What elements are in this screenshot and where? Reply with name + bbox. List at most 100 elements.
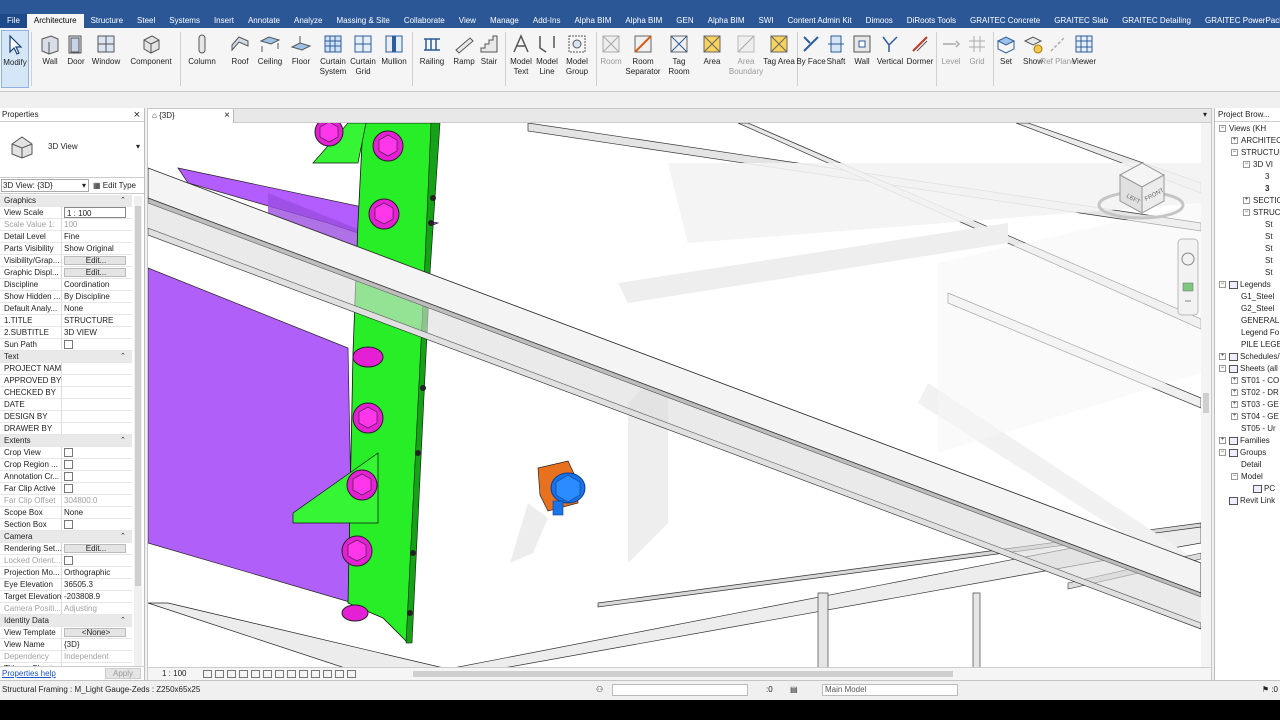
browser-tree-item[interactable]: − STRUC [1243, 207, 1280, 218]
crop-view-icon[interactable] [263, 670, 272, 678]
model-group-button[interactable]: Model Group [559, 30, 595, 77]
browser-tree-item[interactable]: −STRUCTUR [1231, 147, 1280, 158]
browser-tree-item[interactable]: St [1255, 267, 1273, 278]
property-value[interactable]: STRUCTURE [62, 315, 132, 326]
ribbon-tab[interactable]: View [452, 14, 483, 28]
ribbon-tab[interactable]: Annotate [241, 14, 287, 28]
browser-tree-item[interactable]: + ST03 - GE [1231, 399, 1279, 410]
browser-tree-item[interactable]: St [1255, 243, 1273, 254]
property-edit-button[interactable]: Edit... [64, 256, 126, 265]
browser-tree-item[interactable]: St [1255, 219, 1273, 230]
ribbon-tab[interactable]: SWI [752, 14, 781, 28]
railing-button[interactable]: Railing [414, 30, 450, 67]
ribbon-tab[interactable]: Collaborate [397, 14, 452, 28]
property-value[interactable]: 304800.0 [62, 495, 132, 506]
stair-button[interactable]: Stair [471, 30, 507, 67]
show-crop-icon[interactable] [275, 670, 284, 678]
browser-tree-item[interactable]: − Model [1231, 471, 1263, 482]
browser-tree-item[interactable]: G1_Steel [1231, 291, 1274, 302]
collapse-icon[interactable]: − [1243, 209, 1250, 217]
property-value[interactable] [62, 375, 132, 386]
worksharing-display-icon[interactable] [323, 670, 332, 678]
browser-tree-item[interactable]: − Views (KH [1219, 123, 1266, 134]
property-checkbox[interactable] [64, 472, 73, 481]
close-icon[interactable]: × [224, 109, 230, 123]
ribbon-tab[interactable]: DiRoots Tools [900, 14, 963, 28]
ribbon-tab[interactable]: Content Admin Kit [781, 14, 859, 28]
collapse-icon[interactable]: ⌃ [120, 435, 129, 446]
browser-tree-item[interactable]: − Groups [1219, 447, 1266, 458]
navigation-bar[interactable] [1177, 238, 1199, 316]
browser-tree-item[interactable]: + SECTIO [1243, 195, 1280, 206]
property-checkbox[interactable] [64, 556, 73, 565]
expand-icon[interactable]: + [1243, 197, 1250, 205]
browser-tree-item[interactable]: + ST01 - CO [1231, 375, 1279, 386]
ribbon-tab[interactable]: Massing & Site [329, 14, 396, 28]
ribbon-tab[interactable]: Systems [162, 14, 207, 28]
model-canvas[interactable]: LEFT FRONT [148, 123, 1201, 669]
property-value[interactable]: 1 : 100 [64, 207, 126, 218]
property-value[interactable] [62, 363, 132, 374]
browser-tree-item[interactable]: + ST02 - DR [1231, 387, 1279, 398]
scroll-thumb[interactable] [413, 671, 953, 677]
browser-tree-item[interactable]: + Families [1219, 435, 1270, 446]
property-checkbox[interactable] [64, 484, 73, 493]
property-value[interactable]: Adjusting [62, 603, 132, 614]
type-selector[interactable]: 3D View ▾ [0, 122, 144, 178]
ribbon-tab[interactable]: Manage [483, 14, 526, 28]
worksets-icon[interactable]: ⚇ [596, 681, 603, 699]
collapse-icon[interactable]: ⌃ [120, 615, 129, 626]
ribbon-tab[interactable]: GEN [669, 14, 700, 28]
design-options-icon[interactable]: ▤ [790, 681, 798, 699]
browser-tree-item[interactable]: − Legends [1219, 279, 1271, 290]
browser-tree-item[interactable]: St [1255, 231, 1273, 242]
lock-view-icon[interactable] [287, 670, 296, 678]
design-option-select[interactable]: Main Model [822, 684, 958, 696]
browser-tree-item[interactable]: GENERAL [1231, 315, 1279, 326]
tag-room-button[interactable]: Tag Room [661, 30, 697, 77]
browser-tree-item[interactable]: Detail [1231, 459, 1261, 470]
property-value[interactable]: Coordination [62, 279, 132, 290]
browser-tree-item[interactable]: PILE LEGE [1231, 339, 1280, 350]
collapse-icon[interactable]: − [1219, 449, 1226, 457]
property-value[interactable]: Show Original [62, 243, 132, 254]
area-button[interactable]: Area [694, 30, 730, 67]
mullion-button[interactable]: Mullion [376, 30, 412, 67]
property-value[interactable]: -203808.9 [62, 591, 132, 602]
property-value[interactable] [62, 399, 132, 410]
ribbon-tab[interactable]: Alpha BIM [701, 14, 752, 28]
tag-area-button[interactable]: Tag Area [761, 30, 797, 67]
window-button[interactable]: Window [88, 30, 124, 67]
property-group-header[interactable]: Extents ⌃ [0, 435, 132, 447]
visual-style-icon[interactable] [215, 670, 224, 678]
scroll-thumb[interactable] [135, 206, 141, 586]
browser-tree-item[interactable]: Legend Fo [1231, 327, 1279, 338]
property-group-header[interactable]: Text ⌃ [0, 351, 132, 363]
browser-tree-item[interactable]: ST05 - Ur [1231, 423, 1276, 434]
collapse-icon[interactable]: − [1231, 149, 1238, 157]
view-horizontal-scrollbar[interactable] [401, 668, 1191, 680]
expand-icon[interactable]: + [1219, 353, 1226, 361]
expand-icon[interactable]: + [1231, 137, 1238, 145]
collapse-icon[interactable]: − [1219, 281, 1226, 289]
ribbon-tab[interactable]: Add-Ins [526, 14, 568, 28]
close-icon[interactable]: × [134, 108, 140, 122]
property-value[interactable]: 36505.3 [62, 579, 132, 590]
ribbon-tab[interactable]: Steel [130, 14, 162, 28]
property-edit-button[interactable]: Edit... [64, 544, 126, 553]
properties-scrollbar[interactable] [134, 196, 142, 666]
properties-help-link[interactable]: Properties help [0, 669, 56, 678]
collapse-icon[interactable]: − [1243, 161, 1250, 169]
viewer-button[interactable]: Viewer [1066, 30, 1102, 67]
ribbon-tab[interactable]: Alpha BIM [618, 14, 669, 28]
ribbon-tab[interactable]: Analyze [287, 14, 329, 28]
ribbon-tab[interactable]: GRAITEC Slab [1047, 14, 1115, 28]
browser-tree-item[interactable]: −3D VI [1243, 159, 1273, 170]
browser-tree-item[interactable]: + ARCHITEC [1231, 135, 1280, 146]
property-checkbox[interactable] [64, 340, 73, 349]
view-instance-select[interactable]: 3D View: {3D} [1, 179, 89, 192]
ribbon-tab[interactable]: GRAITEC PowerPack [1198, 14, 1280, 28]
ribbon-tab[interactable]: GRAITEC Concrete [963, 14, 1047, 28]
ribbon-tab[interactable]: Architecture [26, 14, 84, 28]
selection-filter[interactable]: ⚑ :0 [1262, 681, 1278, 699]
